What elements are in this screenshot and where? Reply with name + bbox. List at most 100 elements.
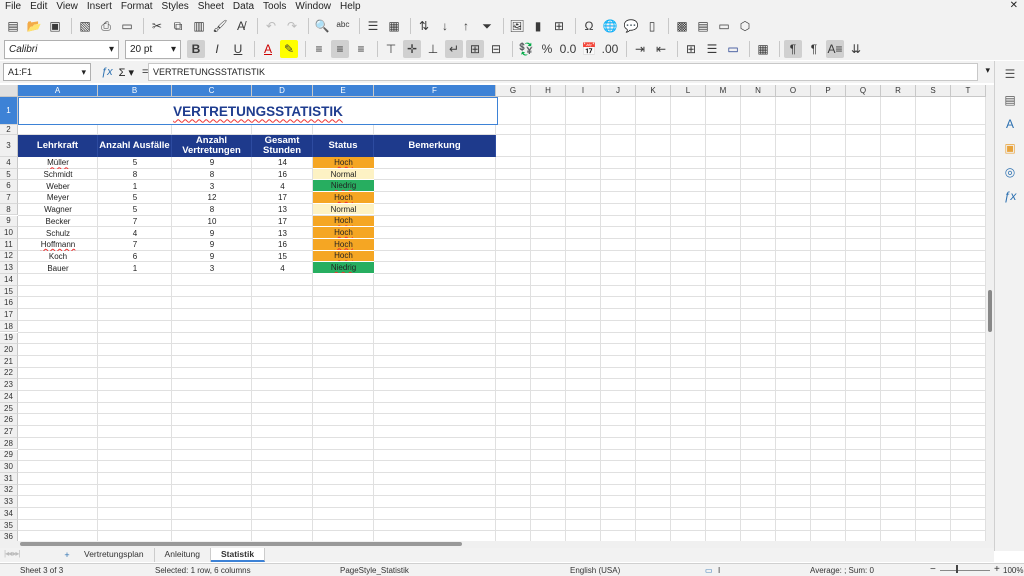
expand-formula-icon[interactable]: ▾ <box>985 65 990 76</box>
styles-icon[interactable]: A <box>1002 117 1018 133</box>
row-header[interactable]: 2 <box>0 125 18 135</box>
table-cell-name[interactable]: Becker <box>18 216 98 228</box>
text-rtl-icon[interactable]: ¶ <box>805 40 823 58</box>
comment-icon[interactable]: 💬 <box>622 17 640 35</box>
autofilter-icon[interactable]: ⏷ <box>478 17 496 35</box>
column-header[interactable]: Q <box>846 85 881 97</box>
insert-image-icon[interactable]: 🖼 <box>508 17 526 35</box>
autofilter-sort-icon[interactable]: ⇅ <box>415 17 433 35</box>
row-header[interactable]: 23 <box>0 379 18 391</box>
table-cell-ausfaelle[interactable]: 4 <box>98 227 172 239</box>
table-cell-vertretungen[interactable]: 12 <box>172 192 252 204</box>
table-cell-vertretungen[interactable]: 10 <box>172 216 252 228</box>
menu-item[interactable]: Format <box>121 0 153 14</box>
menu-item[interactable]: File <box>5 0 21 14</box>
column-header[interactable]: P <box>811 85 846 97</box>
table-cell-ausfaelle[interactable]: 5 <box>98 157 172 169</box>
split-window-icon[interactable]: ▭ <box>715 17 733 35</box>
align-top-icon[interactable]: ⊤ <box>382 40 400 58</box>
menu-item[interactable]: Tools <box>263 0 286 14</box>
zoom-in-icon[interactable]: + <box>994 564 1000 575</box>
zoom-slider[interactable] <box>940 570 990 571</box>
table-header-cell[interactable]: Anzahl Vertretungen <box>172 135 252 157</box>
spelling-icon[interactable]: ᵃᵇᶜ <box>334 17 352 35</box>
row-header[interactable]: 28 <box>0 437 18 450</box>
properties-icon[interactable]: ▤ <box>1002 93 1018 109</box>
increase-indent-icon[interactable]: ⇥ <box>631 40 649 58</box>
table-cell-name[interactable]: Koch <box>18 251 98 263</box>
column-header[interactable]: K <box>636 85 671 97</box>
column-header[interactable]: S <box>916 85 951 97</box>
table-cell-status[interactable]: Hoch <box>313 238 374 251</box>
row-header[interactable]: 7 <box>0 192 18 204</box>
table-header-cell[interactable]: Bemerkung <box>374 135 496 157</box>
center-vertically-icon[interactable]: ✛ <box>403 40 421 58</box>
redo-icon[interactable]: ↷ <box>283 17 301 35</box>
add-sheet-icon[interactable]: + <box>60 550 74 560</box>
row-header[interactable]: 15 <box>0 285 18 298</box>
hyperlink-icon[interactable]: 🌐 <box>601 17 619 35</box>
sort-ascending-icon[interactable]: ↓ <box>436 17 454 35</box>
table-cell-ausfaelle[interactable]: 1 <box>98 262 172 274</box>
unmerge-icon[interactable]: ⊟ <box>487 40 505 58</box>
spreadsheet-grid[interactable]: A B C D E F G H I J K L M N O P Q R S T 1 2 3 4 5 6 7 8 9 10 11 12 13 14 1… <box>0 85 986 541</box>
border-style-icon[interactable]: ☰ <box>703 40 721 58</box>
menu-item[interactable]: View <box>56 0 78 14</box>
table-cell-name[interactable]: Weber <box>18 180 98 192</box>
table-cell-name[interactable]: Bauer <box>18 262 98 274</box>
column-header[interactable]: L <box>671 85 706 97</box>
column-header[interactable]: R <box>881 85 916 97</box>
header-footer-icon[interactable]: ▯ <box>643 17 661 35</box>
column-header[interactable]: H <box>531 85 566 97</box>
row-header[interactable]: 20 <box>0 344 18 356</box>
menu-item[interactable]: Window <box>295 0 331 14</box>
row-header[interactable]: 16 <box>0 297 18 310</box>
table-cell-vertretungen[interactable]: 8 <box>172 169 252 181</box>
row-header[interactable]: 4 <box>0 157 18 169</box>
special-character-icon[interactable]: Ω <box>580 17 598 35</box>
italic-icon[interactable]: I <box>208 40 226 58</box>
column-header[interactable]: F <box>374 85 496 97</box>
table-cell-ausfaelle[interactable]: 6 <box>98 251 172 263</box>
column-header[interactable]: N <box>741 85 776 97</box>
table-cell-name[interactable]: Schulz <box>18 227 98 239</box>
define-print-area-icon[interactable]: ▩ <box>673 17 691 35</box>
table-cell-vertretungen[interactable]: 8 <box>172 204 252 216</box>
menu-item[interactable]: Insert <box>87 0 112 14</box>
border-color-icon[interactable]: ▭ <box>724 40 742 58</box>
menu-item[interactable]: Help <box>340 0 361 14</box>
table-cell-status[interactable]: Normal <box>313 203 374 216</box>
menu-item[interactable]: Data <box>233 0 254 14</box>
borders-icon[interactable]: ⊞ <box>682 40 700 58</box>
print-icon[interactable]: ⎙ <box>97 17 115 35</box>
row-header[interactable]: 29 <box>0 449 18 462</box>
row-header[interactable]: 32 <box>0 484 18 497</box>
functions-icon[interactable]: ƒx <box>1002 189 1018 205</box>
table-cell-stunden[interactable]: 17 <box>252 216 313 228</box>
save-icon[interactable]: ▣ <box>46 17 64 35</box>
zoom-slider-thumb[interactable] <box>956 565 958 573</box>
row-header[interactable]: 12 <box>0 250 18 263</box>
table-cell-stunden[interactable]: 4 <box>252 262 313 274</box>
sheet-tab[interactable]: Vertretungsplan <box>74 548 155 562</box>
font-name-combo[interactable]: Calibri ▾ <box>4 39 119 59</box>
table-header-cell[interactable]: Gesamt Stunden <box>252 135 313 157</box>
table-cell-status[interactable]: Niedrig <box>313 180 374 193</box>
zoom-out-icon[interactable]: − <box>930 564 936 575</box>
sheet-tab[interactable]: Statistik <box>211 548 266 562</box>
column-header[interactable]: A <box>18 85 98 97</box>
row-icon[interactable]: ☰ <box>364 17 382 35</box>
wrap-text-icon[interactable]: ↵ <box>445 40 463 58</box>
table-cell-status[interactable]: Hoch <box>313 215 374 228</box>
row-header[interactable]: 10 <box>0 227 18 239</box>
table-cell-ausfaelle[interactable]: 7 <box>98 239 172 251</box>
menu-icon[interactable]: ☰ <box>1002 67 1018 83</box>
selection-mode-icon[interactable]: ▭ <box>705 566 713 575</box>
column-header[interactable]: B <box>98 85 172 97</box>
highlight-color-icon[interactable]: ✎ <box>280 40 298 58</box>
name-box[interactable]: A1:F1 ▾ <box>3 63 91 81</box>
table-cell-vertretungen[interactable]: 9 <box>172 227 252 239</box>
align-center-icon[interactable]: ≡ <box>331 40 349 58</box>
row-header[interactable]: 26 <box>0 414 18 427</box>
row-header[interactable]: 18 <box>0 320 18 333</box>
